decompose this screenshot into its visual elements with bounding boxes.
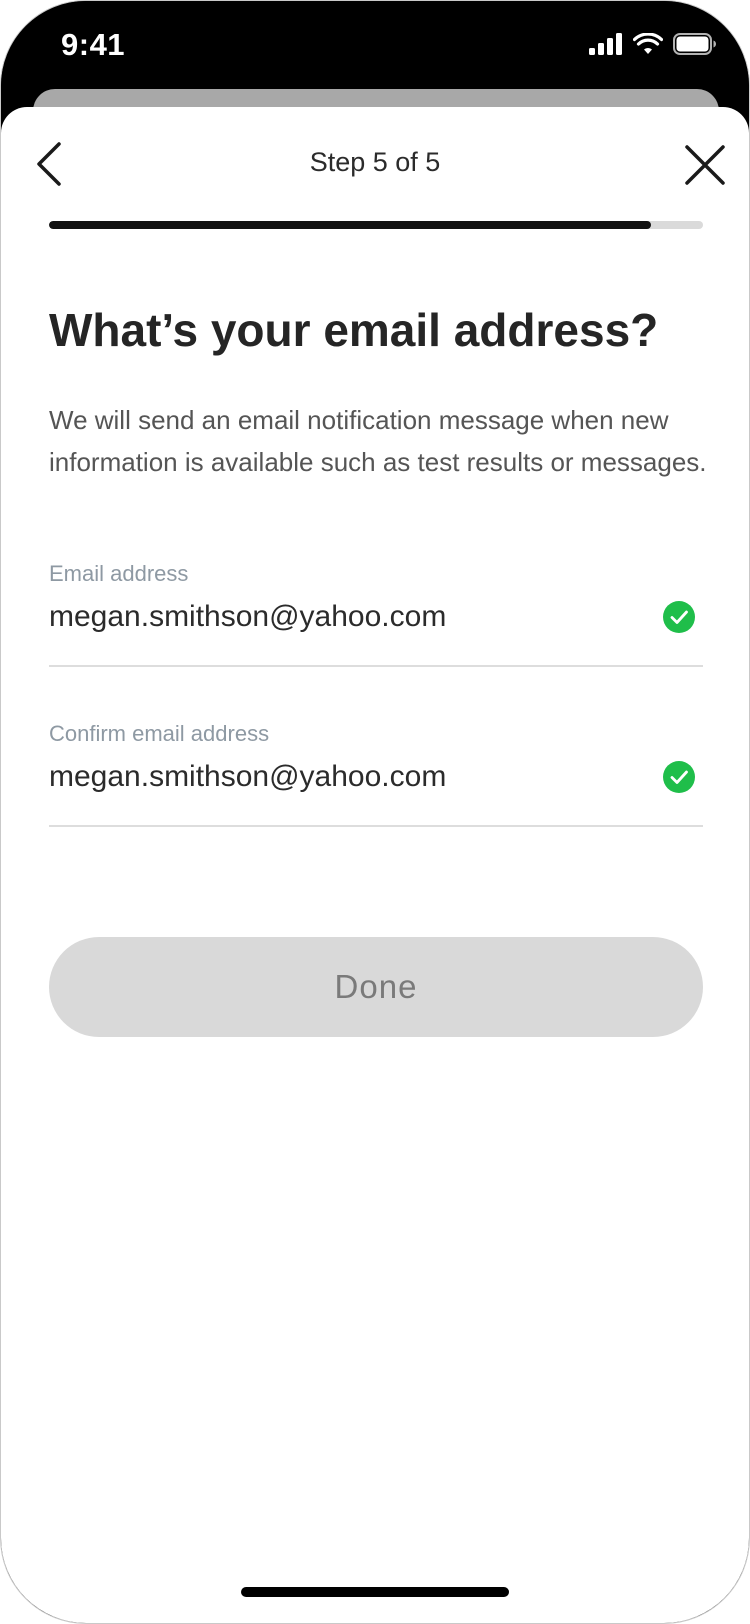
confirm-email-field: Confirm email address (49, 721, 703, 827)
check-circle-icon (663, 761, 695, 793)
email-field-label: Email address (49, 561, 189, 586)
page-title: What’s your email address? (49, 304, 659, 356)
email-field: Email address (49, 561, 703, 667)
status-time: 9:41 (61, 27, 126, 62)
step-indicator: Step 5 of 5 (309, 147, 441, 177)
progress-bar (49, 221, 703, 229)
home-indicator (241, 1587, 509, 1597)
progress-fill (49, 221, 651, 229)
confirm-email-input[interactable] (49, 755, 629, 799)
cellular-signal-icon (589, 33, 622, 55)
done-button[interactable]: Done (49, 937, 703, 1037)
wifi-icon (633, 33, 663, 54)
modal-sheet: Step 5 of 5 What’s your email address? W… (1, 107, 749, 1623)
battery-icon (673, 33, 716, 55)
page-description: We will send an email notification messa… (49, 405, 707, 477)
device-frame: 9:41 Step 5 of 5 What’s your email addre… (0, 0, 750, 1624)
status-icons (589, 33, 717, 55)
close-icon[interactable] (683, 143, 727, 187)
nav-bar: Step 5 of 5 (1, 107, 749, 229)
check-circle-icon (663, 601, 695, 633)
confirm-email-field-label: Confirm email address (49, 721, 270, 746)
email-input[interactable] (49, 595, 629, 639)
